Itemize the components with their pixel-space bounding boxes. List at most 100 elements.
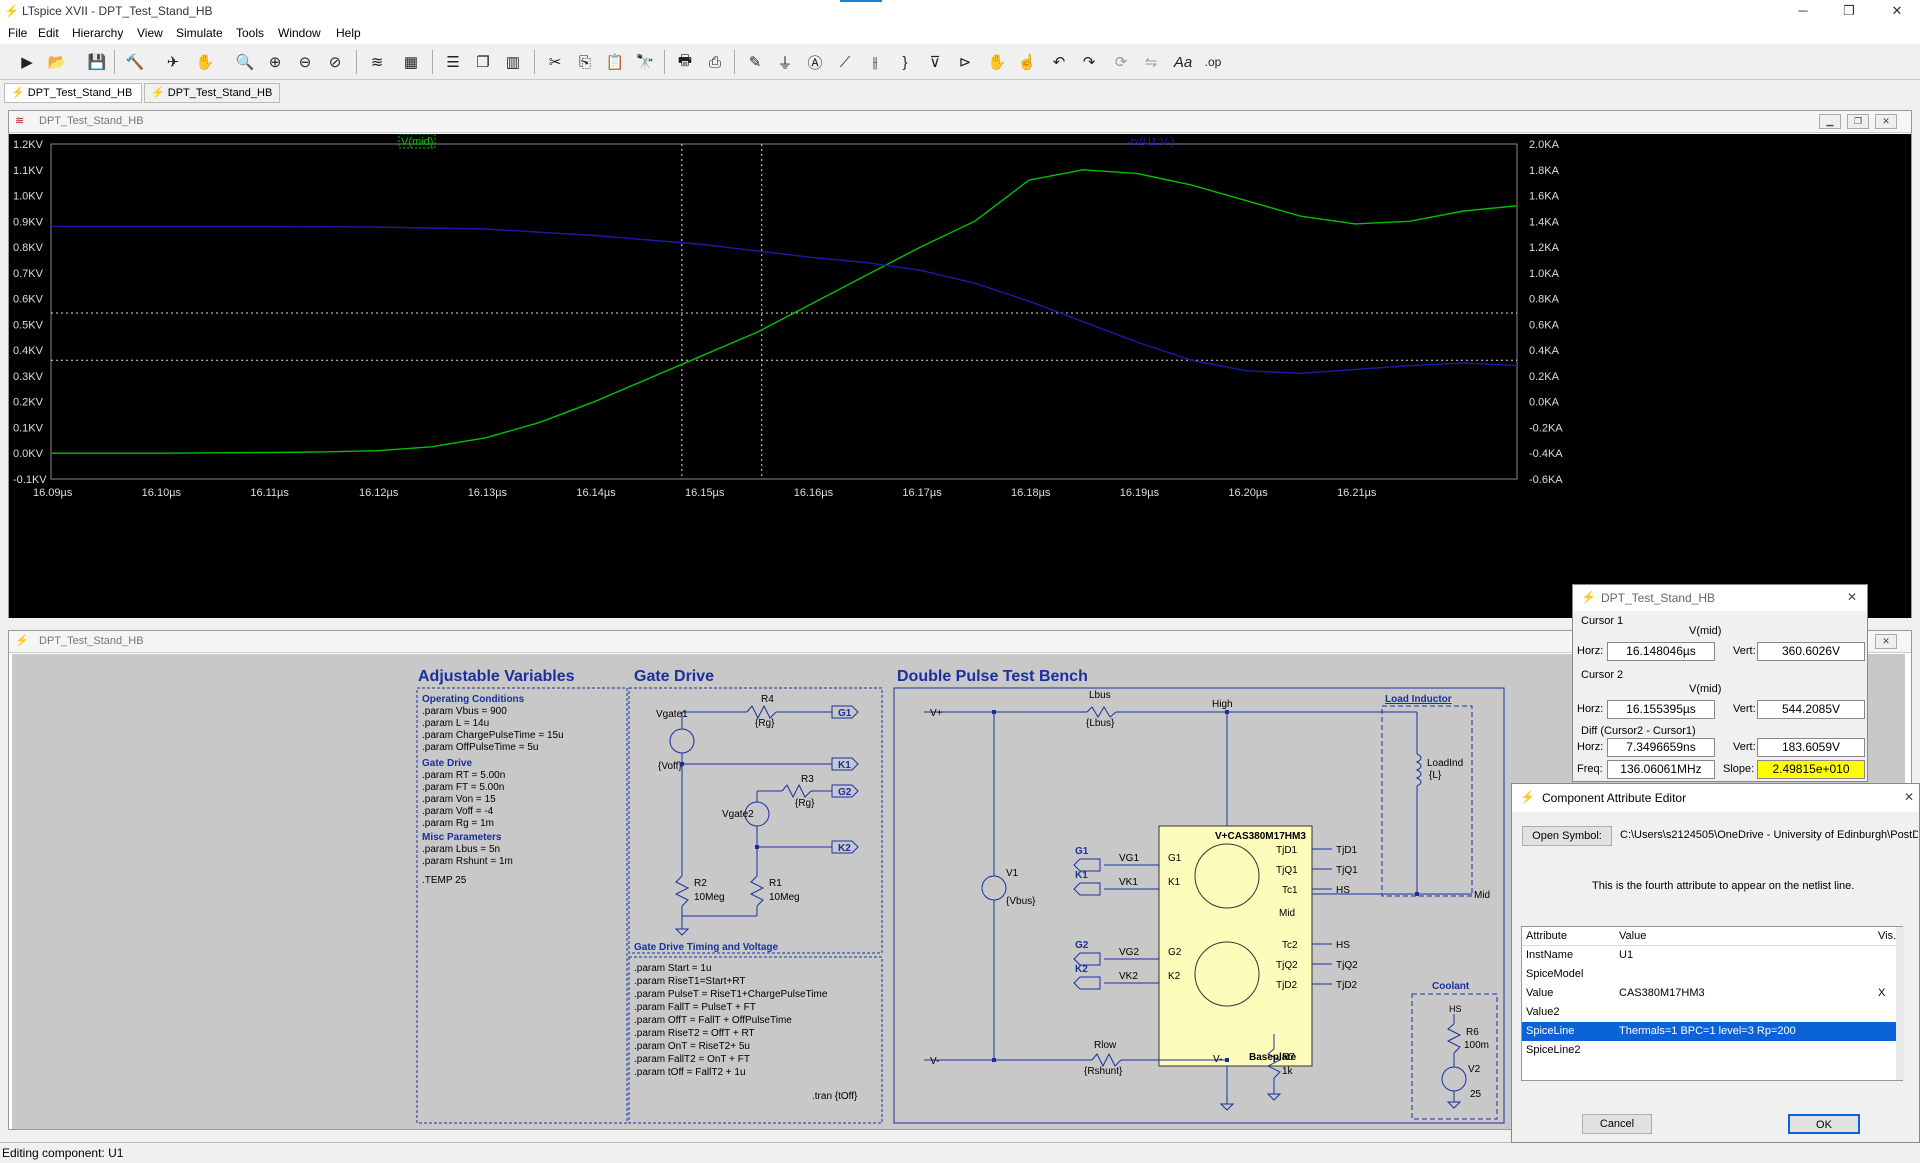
cancel-button[interactable]: Cancel: [1582, 1114, 1652, 1134]
svg-text:.param FT = 5.00n: .param FT = 5.00n: [422, 782, 504, 793]
print-icon[interactable]: 🖶: [672, 49, 698, 75]
y-right-tick-label: 0.8KA: [1529, 294, 1560, 306]
move-icon[interactable]: ✋: [984, 49, 1010, 75]
cursor1-trace: V(mid): [1689, 625, 1722, 637]
undo-icon[interactable]: ↶: [1046, 49, 1072, 75]
close-button[interactable]: ✕: [1874, 0, 1920, 24]
svg-text:Tc2: Tc2: [1282, 940, 1298, 951]
diff-slope[interactable]: 2.49815e+010: [1757, 760, 1865, 779]
minimize-button[interactable]: ─: [1780, 0, 1826, 24]
label-icon[interactable]: Ⓐ: [802, 49, 828, 75]
svg-text:.tran {tOff}: .tran {tOff}: [812, 1091, 858, 1102]
rotate-icon[interactable]: ⟳: [1108, 49, 1134, 75]
menu-tools[interactable]: Tools: [236, 26, 264, 40]
svg-text:10Meg: 10Meg: [769, 892, 800, 903]
waveform-icon[interactable]: ≋: [364, 49, 390, 75]
tile-h-icon[interactable]: ☰: [440, 49, 466, 75]
document-tabs: ⚡ DPT_Test_Stand_HB ⚡ DPT_Test_Stand_HB: [0, 81, 1920, 104]
zoom-out-icon[interactable]: ⊖: [292, 49, 318, 75]
menu-hierarchy[interactable]: Hierarchy: [72, 26, 123, 40]
drag-icon[interactable]: ☝: [1014, 49, 1040, 75]
menu-file[interactable]: File: [8, 26, 27, 40]
halt-icon[interactable]: ✈: [160, 49, 186, 75]
table-scrollbar[interactable]: [1896, 927, 1904, 1080]
cursor2-vert[interactable]: 544.2085V: [1757, 700, 1865, 719]
close-icon[interactable]: ✕: [1847, 590, 1857, 604]
open-icon[interactable]: 📂: [44, 49, 70, 75]
cascade-icon[interactable]: ❐: [470, 49, 496, 75]
table-row[interactable]: InstName U1: [1522, 946, 1904, 965]
capacitor-icon[interactable]: ⫲: [862, 49, 888, 75]
diff-freq[interactable]: 136.06061MHz: [1607, 760, 1715, 779]
diode-icon[interactable]: ⊽: [922, 49, 948, 75]
svg-text:G2: G2: [1075, 940, 1089, 951]
mdi-close-button[interactable]: ✕: [1875, 634, 1897, 649]
cursor1-horz[interactable]: 16.148046µs: [1607, 642, 1715, 661]
x-tick-label: 16.14µs: [576, 487, 616, 499]
cursor1-vert[interactable]: 360.6026V: [1757, 642, 1865, 661]
pencil-icon[interactable]: ✎: [742, 49, 768, 75]
tab-waveform[interactable]: ⚡ DPT_Test_Stand_HB: [144, 83, 280, 103]
copy-icon[interactable]: ⎘: [572, 49, 598, 75]
plot-area[interactable]: 1.2KV 1.1KV 1.0KV 0.9KV 0.8KV 0.7KV 0.6KV 0.5KV…: [9, 133, 1911, 618]
redo-icon[interactable]: ↷: [1076, 49, 1102, 75]
control-panel-icon[interactable]: 🔨: [122, 49, 148, 75]
table-row[interactable]: Value CAS380M17HM3 X: [1522, 984, 1904, 1003]
svg-text:R3: R3: [801, 774, 814, 785]
menu-window[interactable]: Window: [278, 26, 321, 40]
table-row[interactable]: SpiceModel: [1522, 965, 1904, 984]
open-symbol-button[interactable]: Open Symbol:: [1522, 826, 1612, 846]
component-icon[interactable]: ⊳: [952, 49, 978, 75]
menu-simulate[interactable]: Simulate: [176, 26, 223, 40]
cut-icon[interactable]: ✂: [542, 49, 568, 75]
mdi-restore-button[interactable]: ❐: [1847, 114, 1869, 129]
tile-v-icon[interactable]: ▥: [500, 49, 526, 75]
print-preview-icon[interactable]: ⎙: [702, 49, 728, 75]
svg-text:R4: R4: [761, 694, 774, 705]
zoom-fit-icon[interactable]: ⊕: [262, 49, 288, 75]
spice-directive-icon[interactable]: .op: [1200, 49, 1226, 75]
menu-help[interactable]: Help: [336, 26, 361, 40]
table-row-selected[interactable]: SpiceLine Thermals=1 BPC=1 level=3 Rp=200: [1522, 1022, 1904, 1041]
gate-drive-labels: Vgate1 {Voff} R4 {Rg} G1 K1 R3 {Rg} G2 V…: [656, 694, 852, 903]
svg-text:.param OffPulseTime = 5u: .param OffPulseTime = 5u: [422, 742, 538, 753]
tab-schematic[interactable]: ⚡ DPT_Test_Stand_HB: [4, 83, 142, 103]
menu-edit[interactable]: Edit: [38, 26, 59, 40]
diff-vert[interactable]: 183.6059V: [1757, 738, 1865, 757]
inductor-icon[interactable]: }: [892, 49, 918, 75]
save-icon[interactable]: 💾: [84, 49, 110, 75]
svg-text:G2: G2: [1168, 947, 1182, 958]
mdi-close-button[interactable]: ✕: [1875, 114, 1897, 129]
svg-text:V2: V2: [1468, 1064, 1481, 1075]
close-icon[interactable]: ✕: [1904, 790, 1914, 804]
run-icon[interactable]: ▶: [14, 49, 40, 75]
svg-text:K1: K1: [1168, 877, 1181, 888]
pan-icon[interactable]: ✋: [192, 49, 218, 75]
y-right-tick-label: 1.6KA: [1529, 191, 1560, 203]
cursor2-horz[interactable]: 16.155395µs: [1607, 700, 1715, 719]
diff-horz[interactable]: 7.3496659ns: [1607, 738, 1715, 757]
zoom-in-icon[interactable]: 🔍: [232, 49, 258, 75]
text-icon[interactable]: Aa: [1170, 49, 1196, 75]
svg-text:TjD2: TjD2: [1336, 980, 1358, 991]
find-icon[interactable]: 🔭: [632, 49, 658, 75]
x-tick-label: 16.12µs: [359, 487, 399, 499]
resistor-icon[interactable]: ⟋: [832, 49, 858, 75]
grid-icon[interactable]: ▦: [398, 49, 424, 75]
table-row[interactable]: SpiceLine2: [1522, 1041, 1904, 1060]
menu-view[interactable]: View: [137, 26, 163, 40]
ok-button[interactable]: OK: [1788, 1114, 1860, 1134]
svg-text:R1: R1: [769, 878, 782, 889]
y-right-tick-label: 0.2KA: [1529, 371, 1560, 383]
table-row[interactable]: Value2: [1522, 1003, 1904, 1022]
zoom-cancel-icon[interactable]: ⊘: [322, 49, 348, 75]
mirror-icon[interactable]: ⇋: [1138, 49, 1164, 75]
trace1-label: V(mid): [401, 136, 433, 148]
restore-button[interactable]: ❐: [1826, 0, 1872, 24]
svg-text:.TEMP 25: .TEMP 25: [422, 875, 467, 886]
ground-icon[interactable]: ⏚: [772, 49, 798, 75]
paste-icon[interactable]: 📋: [602, 49, 628, 75]
mdi-minimize-button[interactable]: ▁: [1819, 114, 1841, 129]
y-left-tick-label: 1.1KV: [13, 165, 44, 177]
y-right-tick-label: 1.2KA: [1529, 242, 1560, 254]
